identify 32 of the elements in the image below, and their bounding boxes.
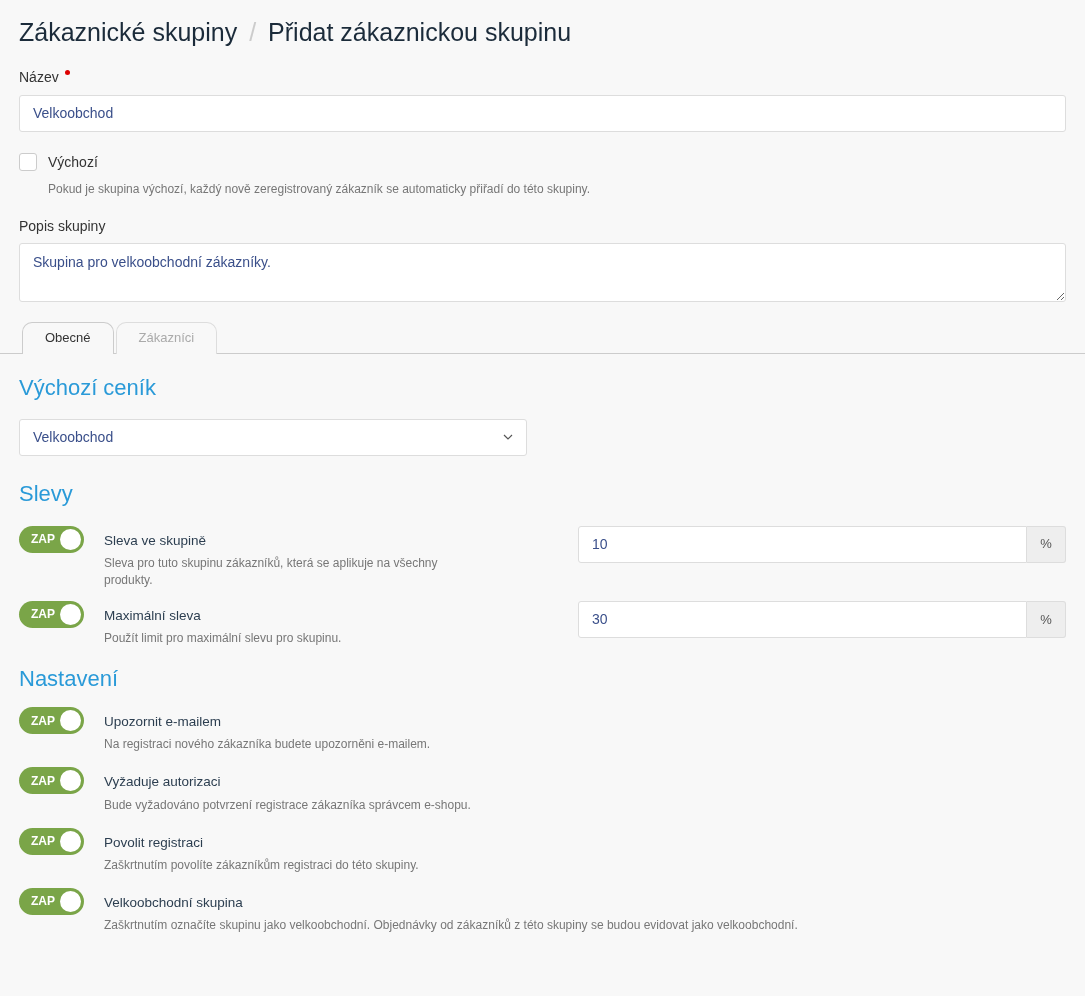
field-label: Popis skupiny [19,216,107,236]
option-help: Sleva pro tuto skupinu zákazníků, která se aplikuje na všechny produkty. [104,554,439,589]
percent-addon: % [1027,525,1066,563]
option-help: Bude vyžadováno potvrzení registrace zákazníka správcem e-shopu. [104,796,472,814]
checkbox-help: Pokud je skupina výchozí, každý nově zeregistrovaný zákazník se automaticky přiřadí do této skupiny. [48,180,592,198]
name-input[interactable]: Velkoobchod [19,94,1066,132]
option-help: Zaškrtnutím označíte skupinu jako velkoobchodní. Objednávky od zákazníků z této skupiny se budou evidovat jako velkoobchodní. [104,917,799,934]
checkbox[interactable] [19,153,37,171]
option-title: Upozornit e-mailem [104,713,223,731]
discount-input[interactable]: 10 [578,525,1027,563]
price-list-select[interactable]: Velkoobchod [19,418,527,456]
section-heading: Nastavení [19,665,120,693]
option-help: Použít limit pro maximální slevu pro skupinu. [104,630,342,647]
tab[interactable]: Obecné [22,321,114,354]
description-textarea[interactable]: Skupina pro velkoobchodní zákazníky. [19,242,1066,302]
option-title: Povolit registraci [104,833,205,852]
option-title: Sleva ve skupině [104,531,208,550]
section-heading: Výchozí ceník [19,373,157,402]
section-heading: Slevy [19,479,74,508]
option-title: Vyžaduje autorizaci [104,773,222,792]
checkbox-label: Výchozí [48,152,98,172]
option-help: Zaškrtnutím povolíte zákazníkům registraci do této skupiny. [104,856,420,874]
breadcrumb-link[interactable]: Zákaznické skupiny [19,14,238,52]
field-label: Název [19,67,59,87]
option-help: Na registraci nového zákazníka budete upozorněni e-mailem. [104,736,432,754]
breadcrumb-separator: / [249,17,257,48]
percent-addon: % [1027,600,1066,638]
option-title: Velkoobchodní skupina [104,893,244,912]
chevron-down-icon [503,434,513,440]
page-title: Přidat zákaznickou skupinu [268,17,572,48]
discount-input[interactable]: 30 [578,600,1027,638]
option-title: Maximální sleva [104,606,202,625]
